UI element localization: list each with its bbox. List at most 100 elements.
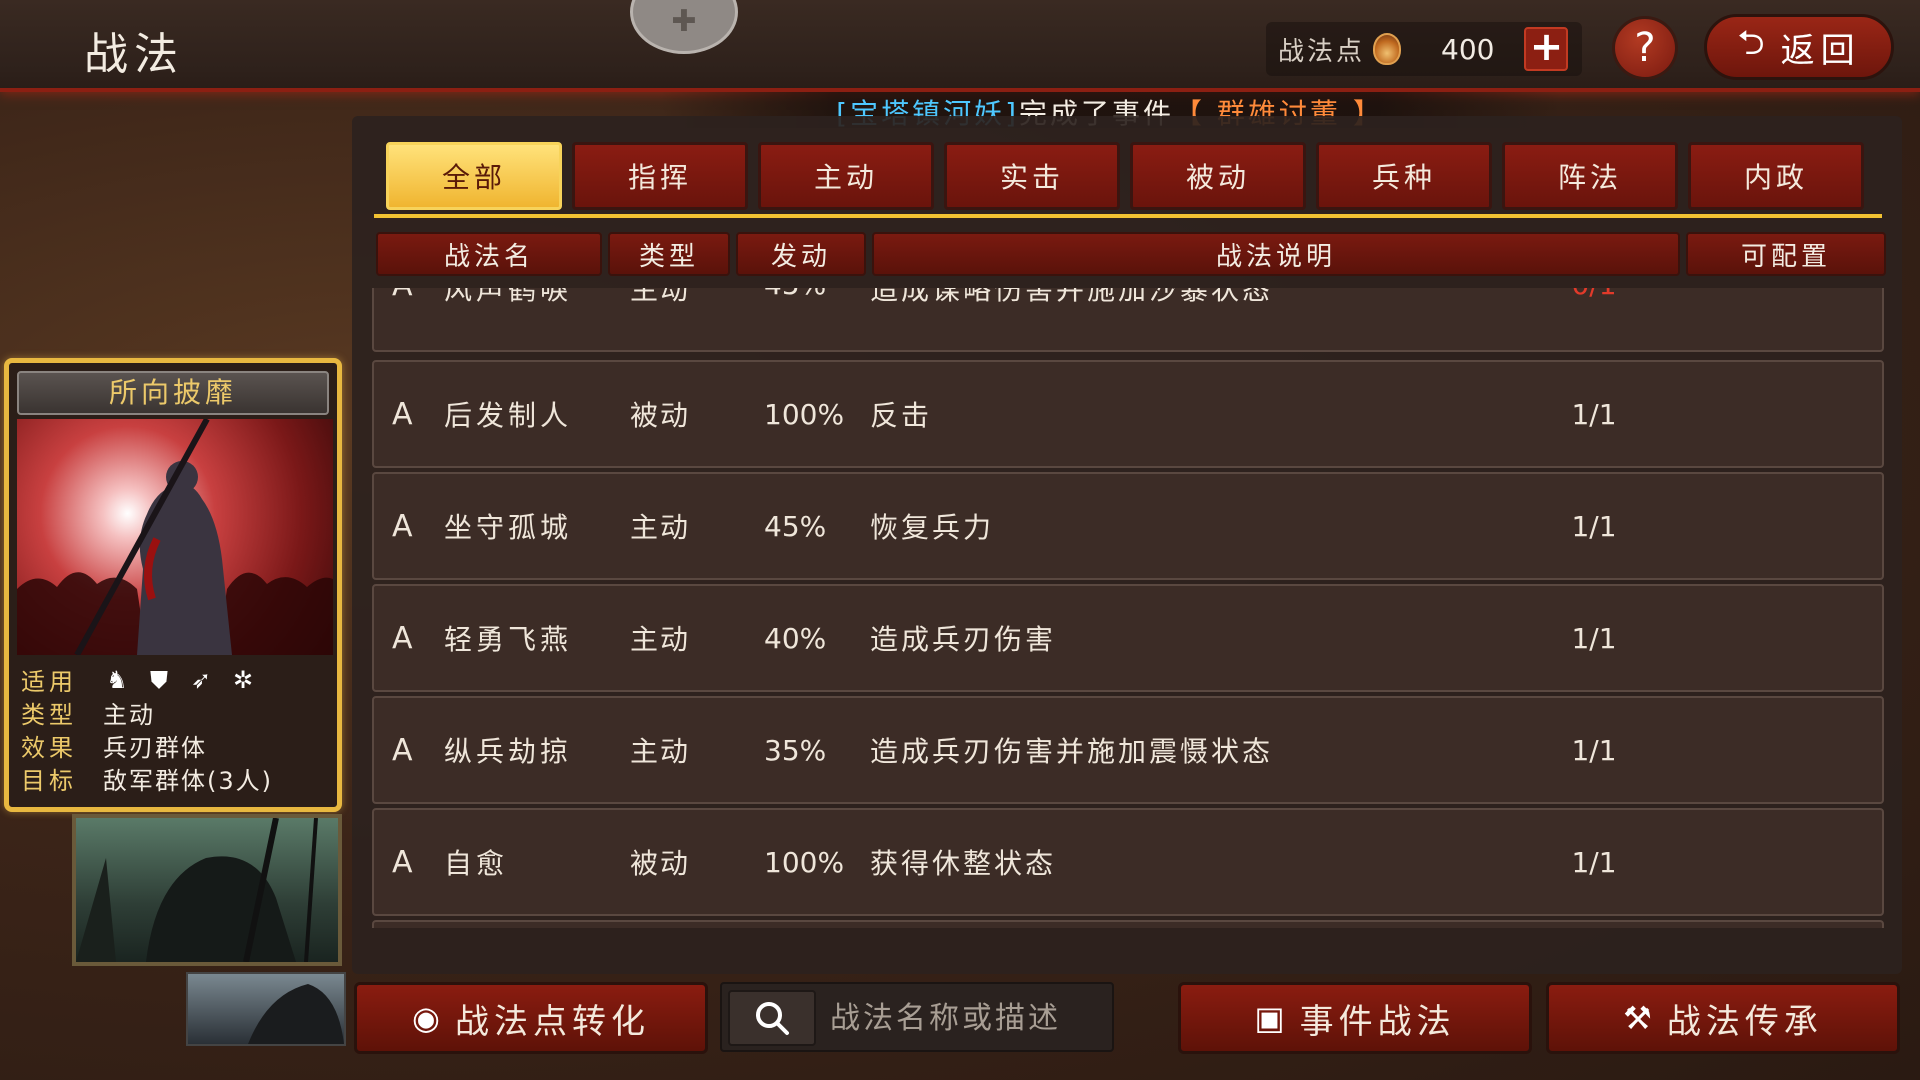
- skill-row[interactable]: A 坐守孤城 主动 45% 恢复兵力 1/1: [372, 472, 1884, 580]
- puzzle-icon: ✚: [671, 4, 697, 39]
- skill-config: 0/1: [1524, 288, 1664, 301]
- skill-row[interactable]: A 轻勇飞燕 主动 40% 造成兵刃伤害 1/1: [372, 584, 1884, 692]
- hammer-icon: ⚒: [1623, 999, 1657, 1037]
- card-effect-row: 效果 兵刃群体: [21, 729, 273, 762]
- skill-rate: 45%: [764, 288, 826, 301]
- event-skills-button[interactable]: ▣ 事件战法: [1178, 982, 1532, 1054]
- skill-row[interactable]: A 风声鹤唳 主动 45% 造成谋略伤害并施加沙暴状态 0/1: [372, 288, 1884, 352]
- skill-name: 自愈: [444, 847, 509, 880]
- tab-underline: [374, 214, 1882, 218]
- flame-icon: [1373, 33, 1402, 65]
- convert-label: 战法点转化: [454, 1001, 650, 1042]
- skill-rate: 40%: [764, 621, 827, 655]
- inherit-label: 战法传承: [1666, 1001, 1823, 1042]
- col-header-rate[interactable]: 发动: [736, 232, 866, 276]
- points-value: 400: [1441, 32, 1495, 66]
- skill-grade: A: [392, 620, 413, 656]
- points-label: 战法点: [1278, 36, 1366, 67]
- cavalry-icon: ♞: [106, 665, 128, 694]
- target-value: 敌军群体(3人): [103, 767, 273, 795]
- back-arrow-icon: ⮌: [1737, 22, 1771, 63]
- skill-type: 被动: [630, 847, 691, 880]
- skill-rate: 45%: [764, 509, 827, 543]
- tab-active[interactable]: 主动: [758, 142, 934, 210]
- skill-list[interactable]: A 风声鹤唳 主动 45% 造成谋略伤害并施加沙暴状态 0/1 A 后发制人 被…: [372, 288, 1884, 928]
- applies-label: 适用: [21, 668, 77, 696]
- warrior-silhouette-icon: [17, 419, 333, 655]
- skill-detail-card: 所向披靡 适用 ♞ ⛊ ➶ ✲ 类型 主动 效果 兵刃群体 目标 敌军群体(3人…: [4, 358, 342, 812]
- skill-config: 1/1: [1571, 845, 1617, 879]
- skill-row[interactable]: [372, 920, 1884, 928]
- skill-name: 坐守孤城: [444, 511, 573, 544]
- skill-config: 1/1: [1571, 509, 1617, 543]
- skill-desc: 获得休整状态: [870, 847, 1057, 880]
- card-illustration: [17, 419, 333, 655]
- skill-desc: 造成谋略伤害并施加沙暴状态: [870, 288, 1274, 306]
- skill-rate: 100%: [764, 397, 845, 431]
- effect-label: 效果: [21, 734, 77, 762]
- flame-icon: ◉: [412, 999, 445, 1037]
- convert-points-button[interactable]: ◉ 战法点转化: [354, 982, 708, 1054]
- bow-icon: ➶: [190, 665, 212, 694]
- shield-icon: ⛊: [150, 665, 168, 694]
- search-button[interactable]: [728, 990, 816, 1046]
- points-box: 战法点 400 +: [1266, 22, 1582, 76]
- help-button[interactable]: ?: [1612, 16, 1678, 80]
- skill-type: 主动: [630, 623, 691, 656]
- skill-card-thumbnail[interactable]: [186, 972, 346, 1046]
- tab-all[interactable]: 全部: [386, 142, 562, 210]
- skill-grade: A: [392, 396, 413, 432]
- skill-config: 1/1: [1571, 621, 1617, 655]
- effect-value: 兵刃群体: [103, 734, 207, 762]
- card-target-row: 目标 敌军群体(3人): [21, 762, 273, 795]
- target-label: 目标: [21, 767, 77, 795]
- tab-internal[interactable]: 内政: [1688, 142, 1864, 210]
- type-label: 类型: [21, 701, 77, 729]
- skill-rate: 100%: [764, 845, 845, 879]
- skill-name: 风声鹤唳: [444, 288, 573, 306]
- scroll-alert-icon: ▣: [1254, 999, 1290, 1037]
- add-points-button[interactable]: +: [1524, 27, 1569, 71]
- figure-illustration-icon: [76, 818, 318, 962]
- skill-type: 主动: [630, 735, 691, 768]
- skill-grade: A: [392, 844, 413, 880]
- skill-row[interactable]: A 后发制人 被动 100% 反击 1/1: [372, 360, 1884, 468]
- back-label: 返回: [1780, 30, 1861, 71]
- card-type-row: 类型 主动: [21, 696, 273, 729]
- skill-grade: A: [392, 508, 413, 544]
- skill-row[interactable]: A 自愈 被动 100% 获得休整状态 1/1: [372, 808, 1884, 916]
- card-info: 适用 ♞ ⛊ ➶ ✲ 类型 主动 效果 兵刃群体 目标 敌军群体(3人): [21, 663, 273, 796]
- skill-desc: 造成兵刃伤害并施加震慑状态: [870, 735, 1274, 768]
- card-applies-row: 适用 ♞ ⛊ ➶ ✲: [21, 663, 273, 697]
- tab-passive[interactable]: 被动: [1130, 142, 1306, 210]
- col-header-type[interactable]: 类型: [608, 232, 730, 276]
- skill-rate: 35%: [764, 733, 827, 767]
- skill-config: 1/1: [1571, 397, 1617, 431]
- col-header-config[interactable]: 可配置: [1686, 232, 1886, 276]
- col-header-desc: 战法说明: [872, 232, 1680, 276]
- search-icon: [756, 1002, 789, 1035]
- skill-name: 纵兵劫掠: [444, 735, 573, 768]
- tab-command[interactable]: 指挥: [572, 142, 748, 210]
- skill-row[interactable]: A 纵兵劫掠 主动 35% 造成兵刃伤害并施加震慑状态 1/1: [372, 696, 1884, 804]
- wheel-icon: ✲: [232, 665, 254, 694]
- skill-grade: A: [392, 288, 413, 303]
- back-button[interactable]: ⮌ 返回: [1704, 14, 1894, 80]
- tab-assault[interactable]: 实击: [944, 142, 1120, 210]
- skill-type: 主动: [630, 288, 691, 306]
- skill-inherit-button[interactable]: ⚒ 战法传承: [1546, 982, 1900, 1054]
- tab-formation[interactable]: 阵法: [1502, 142, 1678, 210]
- skill-panel: 全部 指挥 主动 实击 被动 兵种 阵法 内政 战法名 类型 发动 战法说明 可…: [352, 116, 1902, 974]
- col-header-name[interactable]: 战法名: [376, 232, 602, 276]
- skill-card-thumbnail[interactable]: [72, 814, 342, 966]
- tab-troop[interactable]: 兵种: [1316, 142, 1492, 210]
- top-bar: 战法 ✚ 战法点 400 + ? ⮌ 返回: [0, 0, 1920, 92]
- card-title: 所向披靡: [17, 371, 329, 415]
- skill-desc: 造成兵刃伤害: [870, 623, 1057, 656]
- search-input[interactable]: [830, 992, 1106, 1044]
- page-title: 战法: [84, 29, 184, 80]
- skill-desc: 反击: [870, 399, 933, 432]
- puzzle-button[interactable]: ✚: [630, 0, 738, 54]
- skill-type: 被动: [630, 399, 691, 432]
- figure-illustration-icon: [248, 984, 344, 1044]
